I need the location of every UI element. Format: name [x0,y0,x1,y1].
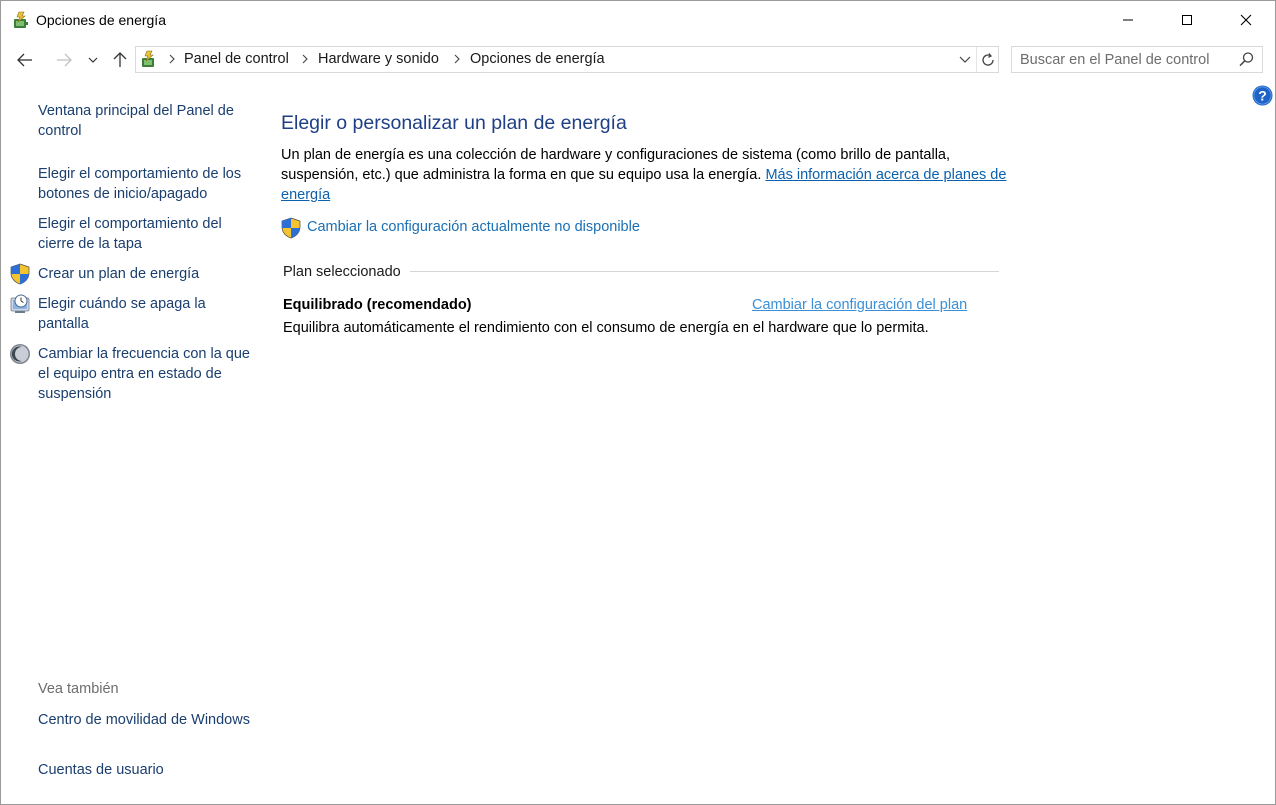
page-description: Un plan de energía es una colección de h… [281,145,1011,205]
sidebar-link-mobility-center[interactable]: Centro de movilidad de Windows [38,710,253,730]
plan-description: Equilibra automáticamente el rendimiento… [283,320,929,336]
maximize-icon [1182,15,1192,25]
plan-name: Equilibrado (recomendado) [283,297,472,313]
minimize-button[interactable] [1099,1,1157,39]
control-panel-icon [142,50,154,67]
see-also-title: Vea también [38,681,119,697]
search-icon[interactable] [1238,51,1255,68]
sidebar-link-lid-close[interactable]: Elegir el comportamiento del cierre de l… [38,214,253,254]
breadcrumb-opciones-de-energia[interactable]: Opciones de energía [470,51,605,67]
chevron-right-icon[interactable] [452,53,462,65]
close-icon [1240,14,1252,26]
moon-icon [10,344,30,364]
power-options-icon [14,11,28,28]
chevron-down-icon [959,56,971,63]
page-title: Elegir o personalizar un plan de energía [281,112,627,134]
address-history-button[interactable] [954,47,976,72]
arrow-left-icon [17,53,32,67]
sidebar-link-power-buttons[interactable]: Elegir el comportamiento de los botones … [38,164,253,204]
sidebar-link-display-off[interactable]: Elegir cuándo se apaga la pantalla [38,294,253,334]
arrow-up-icon [113,52,127,67]
search-box[interactable] [1011,46,1263,73]
monitor-clock-icon [10,294,30,313]
arrow-right-icon [57,53,72,67]
forward-button[interactable] [51,45,77,75]
navigation-bar: Panel de control Hardware y sonido Opcio… [1,41,1275,79]
close-button[interactable] [1217,1,1275,39]
breadcrumb-hardware-y-sonido[interactable]: Hardware y sonido [318,51,439,67]
power-options-window: Opciones de energía Panel de control Har… [0,0,1276,805]
change-unavailable-settings-link[interactable]: Cambiar la configuración actualmente no … [307,219,640,235]
back-button[interactable] [12,45,38,75]
window-title: Opciones de energía [36,12,166,28]
chevron-down-icon [88,57,98,63]
help-icon[interactable]: ? [1252,85,1273,106]
sidebar-link-create-plan[interactable]: Crear un plan de energía [38,264,253,284]
chevron-right-icon [169,54,175,64]
recent-locations-button[interactable] [83,45,103,75]
sidebar-link-user-accounts[interactable]: Cuentas de usuario [38,760,253,780]
change-plan-settings-link[interactable]: Cambiar la configuración del plan [752,297,967,313]
sidebar-link-control-panel-home[interactable]: Ventana principal del Panel de control [38,101,253,141]
section-divider [410,271,999,272]
minimize-icon [1123,19,1133,21]
maximize-button[interactable] [1158,1,1216,39]
shield-icon [281,217,301,239]
shield-icon [10,263,30,285]
chevron-right-icon[interactable] [300,53,310,65]
address-bar[interactable]: Panel de control Hardware y sonido Opcio… [135,46,999,73]
sidebar-link-sleep[interactable]: Cambiar la frecuencia con la que el equi… [38,344,253,404]
breadcrumb-panel-de-control[interactable]: Panel de control [184,51,289,67]
svg-text:?: ? [1258,88,1267,104]
up-button[interactable] [107,45,133,75]
refresh-button[interactable] [976,47,999,72]
selected-plan-label: Plan seleccionado [283,264,401,280]
search-input[interactable] [1020,50,1230,69]
refresh-icon [982,52,994,66]
title-bar: Opciones de energía [1,1,1275,39]
